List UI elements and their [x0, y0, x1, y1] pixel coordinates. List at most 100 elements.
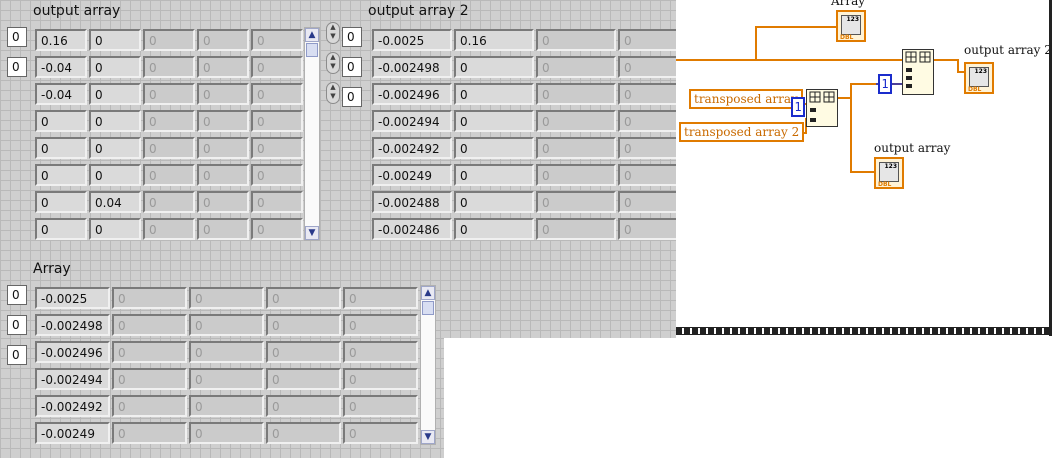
array-cell[interactable]: 0 [536, 191, 616, 213]
array-cell[interactable]: 0 [251, 164, 303, 186]
array-cell[interactable]: 0 [35, 137, 87, 159]
array-cell[interactable]: 0.16 [454, 29, 534, 51]
array-cell[interactable]: -0.0025 [35, 287, 110, 309]
array-cell[interactable]: 0 [189, 422, 264, 444]
array-cell[interactable]: 0 [343, 395, 418, 417]
array-cell[interactable]: 0 [343, 368, 418, 390]
array-cell[interactable]: 0 [189, 314, 264, 336]
output-array-row-index[interactable]: 0 [7, 27, 27, 47]
array-index-2[interactable]: 0 [7, 345, 27, 365]
array-cell[interactable]: -0.00249 [372, 164, 452, 186]
index-array-function-icon[interactable] [902, 49, 934, 95]
array-cell[interactable]: 0 [251, 56, 303, 78]
array-cell[interactable]: 0 [35, 164, 87, 186]
array-scrollbar[interactable]: ▲ ▼ [420, 285, 436, 445]
array-cell[interactable]: 0 [197, 137, 249, 159]
index-spinner-icon[interactable]: ▲ ▼ [326, 52, 340, 74]
constant-1[interactable]: 1 [791, 97, 805, 117]
output-array-2-index-2[interactable]: 0 [342, 87, 362, 107]
array-cell[interactable]: 0 [536, 137, 616, 159]
array-cell[interactable]: 0 [454, 218, 534, 240]
index-spinner-icon[interactable]: ▲ ▼ [326, 22, 340, 44]
array-cell[interactable]: 0 [251, 29, 303, 51]
array-cell[interactable]: 0 [112, 368, 187, 390]
output-array-scrollbar[interactable]: ▲ ▼ [304, 27, 320, 241]
array-index-0[interactable]: 0 [7, 285, 27, 305]
array-cell[interactable]: 0 [251, 110, 303, 132]
array-cell[interactable]: 0 [343, 422, 418, 444]
scroll-down-icon[interactable]: ▼ [305, 226, 319, 240]
build-array-function-icon[interactable] [806, 89, 838, 127]
array-cell[interactable]: 0 [536, 164, 616, 186]
array-cell[interactable]: 0 [266, 287, 341, 309]
array-cell[interactable]: -0.002496 [35, 341, 110, 363]
array-cell[interactable]: 0 [112, 314, 187, 336]
array-cell[interactable]: 0 [143, 191, 195, 213]
array-cell[interactable]: -0.002498 [372, 56, 452, 78]
array-cell[interactable]: 0 [189, 395, 264, 417]
array-cell[interactable]: -0.002496 [372, 83, 452, 105]
array-cell[interactable]: 0 [89, 29, 141, 51]
array-cell[interactable]: 0 [112, 287, 187, 309]
output-array-2-terminal-icon[interactable]: 123 DBL [964, 62, 994, 94]
diagram-scrollbar-bottom[interactable] [676, 327, 1050, 335]
array-cell[interactable]: 0 [454, 164, 534, 186]
array-cell[interactable]: 0 [189, 341, 264, 363]
array-cell[interactable]: 0 [89, 137, 141, 159]
transposed-array-2-control[interactable]: transposed array 2 [679, 122, 805, 142]
array-cell[interactable]: 0 [266, 422, 341, 444]
array-cell[interactable]: 0 [454, 110, 534, 132]
array-cell[interactable]: 0 [89, 83, 141, 105]
array-cell[interactable]: -0.04 [35, 83, 87, 105]
array-cell[interactable]: 0 [454, 83, 534, 105]
array-cell[interactable]: 0 [454, 137, 534, 159]
array-cell[interactable]: -0.002494 [372, 110, 452, 132]
array-cell[interactable]: 0 [197, 83, 249, 105]
output-array-col-index[interactable]: 0 [7, 57, 27, 77]
array-cell[interactable]: 0 [89, 56, 141, 78]
array-cell[interactable]: 0 [197, 29, 249, 51]
array-cell[interactable]: 0.16 [35, 29, 87, 51]
scroll-down-icon[interactable]: ▼ [421, 430, 435, 444]
array-cell[interactable]: -0.002498 [35, 314, 110, 336]
array-cell[interactable]: 0 [454, 56, 534, 78]
array-terminal-icon[interactable]: 123 DBL [836, 10, 866, 42]
array-cell[interactable]: 0 [343, 287, 418, 309]
scroll-up-icon[interactable]: ▲ [305, 28, 319, 42]
array-cell[interactable]: 0 [189, 287, 264, 309]
array-cell[interactable]: 0 [197, 191, 249, 213]
array-cell[interactable]: 0 [266, 395, 341, 417]
array-cell[interactable]: 0.04 [89, 191, 141, 213]
array-cell[interactable]: 0 [536, 110, 616, 132]
array-cell[interactable]: -0.002492 [372, 137, 452, 159]
output-array-2-index-0[interactable]: 0 [342, 27, 362, 47]
array-cell[interactable]: 0 [143, 56, 195, 78]
array-cell[interactable]: 0 [536, 218, 616, 240]
array-cell[interactable]: -0.002492 [35, 395, 110, 417]
constant-2[interactable]: 1 [878, 74, 892, 94]
array-cell[interactable]: 0 [197, 218, 249, 240]
array-cell[interactable]: 0 [143, 110, 195, 132]
array-cell[interactable]: 0 [266, 368, 341, 390]
array-cell[interactable]: 0 [536, 83, 616, 105]
array-cell[interactable]: 0 [251, 83, 303, 105]
array-cell[interactable]: 0 [89, 110, 141, 132]
array-cell[interactable]: -0.002486 [372, 218, 452, 240]
array-cell[interactable]: 0 [197, 56, 249, 78]
index-spinner-icon[interactable]: ▲ ▼ [326, 82, 340, 104]
array-cell[interactable]: 0 [35, 191, 87, 213]
array-cell[interactable]: 0 [143, 137, 195, 159]
array-cell[interactable]: 0 [266, 314, 341, 336]
array-index-1[interactable]: 0 [7, 315, 27, 335]
array-cell[interactable]: 0 [251, 218, 303, 240]
array-cell[interactable]: -0.002488 [372, 191, 452, 213]
transposed-array-control[interactable]: transposed array [689, 89, 803, 109]
array-cell[interactable]: 0 [143, 218, 195, 240]
array-cell[interactable]: 0 [266, 341, 341, 363]
array-cell[interactable]: 0 [35, 218, 87, 240]
array-cell[interactable]: 0 [343, 341, 418, 363]
array-cell[interactable]: -0.00249 [35, 422, 110, 444]
array-cell[interactable]: 0 [343, 314, 418, 336]
array-cell[interactable]: 0 [89, 164, 141, 186]
array-cell[interactable]: 0 [189, 368, 264, 390]
